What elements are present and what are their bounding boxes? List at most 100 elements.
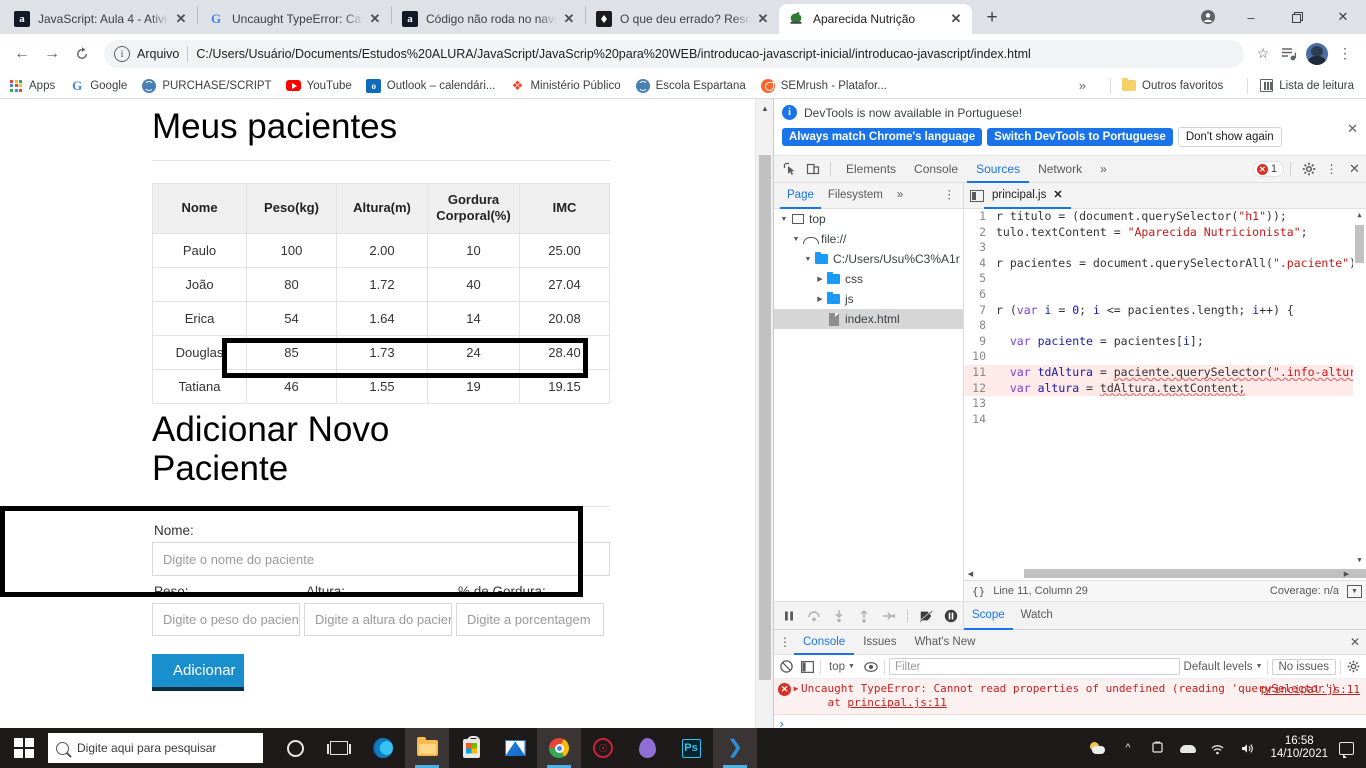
code-editor[interactable]: 1 r titulo = (document.querySelector("h1… [964, 209, 1366, 567]
mail-icon[interactable] [493, 728, 537, 768]
cloud-icon[interactable] [1180, 743, 1197, 753]
address-bar[interactable]: i Arquivo C:/Users/Usuário/Documents/Est… [104, 39, 1244, 68]
pause-on-exceptions-icon[interactable] [944, 609, 958, 623]
console-error-entry[interactable]: ✕ ▶ Uncaught TypeError: Cannot read prop… [774, 679, 1366, 715]
tree-item-index-html[interactable]: index.html [774, 309, 963, 329]
subtab-page[interactable]: Page [780, 183, 821, 209]
device-toolbar-icon[interactable] [801, 158, 824, 181]
tabs-overflow-icon[interactable]: » [1091, 156, 1116, 183]
bookmark-ministerio-publico[interactable]: ❖ Ministério Público [509, 78, 621, 94]
tree-item-file-scheme[interactable]: ▼ file:// [774, 229, 963, 249]
deactivate-breakpoints-icon[interactable] [919, 609, 933, 623]
tab-console[interactable]: Console [905, 156, 967, 183]
switch-devtools-language-button[interactable]: Switch DevTools to Portuguese [987, 128, 1173, 146]
microsoft-store-icon[interactable] [449, 728, 493, 768]
console-settings-gear-icon[interactable] [1345, 658, 1362, 675]
close-icon[interactable]: ✕ [948, 11, 964, 27]
filter-eye-icon[interactable] [863, 658, 880, 675]
chevron-right-icon[interactable]: ▶ [814, 275, 826, 283]
tab-elements[interactable]: Elements [837, 156, 905, 183]
tree-item-users-folder[interactable]: ▼ C:/Users/Usu%C3%A1r [774, 249, 963, 269]
height-input[interactable]: Digite a altura do paciente [304, 603, 452, 637]
pretty-print-icon[interactable]: {} [972, 585, 985, 598]
browser-tab-2[interactable]: a Código não roda no navegad ✕ [392, 4, 585, 34]
browser-tab-1[interactable]: G Uncaught TypeError: Cannot r ✕ [198, 4, 391, 34]
editor-vertical-scrollbar[interactable]: ▲ ▼ [1353, 209, 1366, 567]
scrollbar-thumb[interactable] [759, 155, 771, 680]
weight-input[interactable]: Digite o peso do paciente [152, 603, 300, 637]
reading-list-button[interactable]: Lista de leitura [1258, 78, 1354, 94]
devtools-menu-icon[interactable]: ⋮ [1320, 158, 1343, 181]
close-window-button[interactable]: ✕ [1320, 0, 1366, 34]
scroll-up-icon[interactable]: ▲ [1353, 209, 1366, 222]
tree-item-js[interactable]: ▶ js [774, 289, 963, 309]
subtabs-overflow-icon[interactable]: » [890, 183, 910, 209]
log-levels-dropdown[interactable]: Default levels ▼ [1184, 661, 1263, 673]
chevron-down-icon[interactable]: ▼ [778, 216, 790, 223]
back-button[interactable]: ← [8, 40, 36, 68]
error-stack-link[interactable]: principal.js:11 [847, 696, 946, 709]
scroll-down-icon[interactable]: ▼ [1353, 554, 1366, 567]
console-context-selector[interactable]: top ▼ [825, 661, 859, 673]
browser-tab-3[interactable]: O que deu errado? Resolvenc ✕ [586, 4, 779, 34]
show-hidden-icons-icon[interactable]: ^ [1120, 742, 1135, 754]
gear-icon[interactable] [1297, 158, 1320, 181]
editor-horizontal-scrollbar[interactable]: ◀ ▶ [964, 567, 1366, 580]
console-filter-input[interactable]: Filter [888, 658, 1180, 675]
cortana-icon[interactable] [273, 728, 317, 768]
step-icon[interactable] [882, 609, 896, 623]
pause-icon[interactable] [782, 609, 796, 623]
error-count-badge[interactable]: ✕ 1 [1252, 161, 1284, 177]
close-drawer-icon[interactable]: ✕ [1344, 635, 1366, 649]
bookmark-star-icon[interactable]: ☆ [1250, 41, 1276, 67]
fat-input[interactable]: Digite a porcentagem [456, 603, 604, 637]
minimize-button[interactable]: – [1228, 0, 1274, 34]
step-over-icon[interactable] [807, 609, 821, 623]
chrome-menu-icon[interactable]: ⋮ [1332, 41, 1358, 67]
taskbar-clock[interactable]: 16:58 14/10/2021 [1270, 735, 1328, 761]
tree-item-top[interactable]: ▼ top [774, 209, 963, 229]
scrollbar-thumb[interactable] [1024, 569, 1366, 578]
always-match-language-button[interactable]: Always match Chrome's language [782, 128, 983, 146]
user-badge-icon[interactable] [1188, 0, 1228, 34]
close-icon[interactable]: ✕ [755, 11, 771, 27]
format-dropdown-icon[interactable]: ▼ [1347, 584, 1362, 598]
taskbar-search-input[interactable]: Digite aqui para pesquisar [48, 733, 263, 763]
close-devtools-icon[interactable]: ✕ [1343, 158, 1366, 181]
drawer-tab-whats-new[interactable]: What's New [905, 630, 984, 655]
drawer-tab-console[interactable]: Console [794, 630, 855, 655]
scroll-right-icon[interactable]: ▶ [1340, 570, 1353, 578]
pane-watch[interactable]: Watch [1013, 602, 1061, 630]
photoshop-icon[interactable]: Ps [669, 728, 713, 768]
wifi-icon[interactable] [1210, 742, 1225, 755]
page-scrollbar[interactable]: ▲ ▼ [755, 99, 773, 759]
close-icon[interactable]: ✕ [561, 11, 577, 27]
vscode-icon[interactable]: ❯ [713, 728, 757, 768]
start-button[interactable] [0, 728, 48, 768]
avatar[interactable] [1306, 42, 1328, 65]
no-issues-button[interactable]: No issues [1271, 658, 1336, 675]
browser-tab-0[interactable]: a JavaScript: Aula 4 - Atividade ✕ [4, 4, 197, 34]
bookmark-escola-espartana[interactable]: Escola Espartana [635, 78, 746, 94]
scrollbar-thumb[interactable] [1355, 225, 1364, 263]
subtab-filesystem[interactable]: Filesystem [821, 183, 890, 209]
bookmarks-overflow-button[interactable]: » [1079, 78, 1086, 93]
tab-network[interactable]: Network [1029, 156, 1091, 183]
close-icon[interactable]: ✕ [1347, 121, 1358, 137]
volume-icon[interactable] [1240, 742, 1255, 755]
step-into-icon[interactable] [832, 609, 846, 623]
clear-console-icon[interactable] [778, 658, 795, 675]
chevron-down-icon[interactable]: ▼ [802, 256, 814, 263]
close-icon[interactable]: ✕ [1053, 183, 1062, 208]
sidebar-toggle-icon[interactable] [799, 658, 816, 675]
bookmark-google[interactable]: G Google [69, 78, 127, 94]
tree-item-css[interactable]: ▶ css [774, 269, 963, 289]
dont-show-again-button[interactable]: Don't show again [1177, 127, 1282, 147]
browser-tab-4-active[interactable]: Aparecida Nutrição ✕ [779, 4, 972, 34]
tab-sources[interactable]: Sources [967, 156, 1030, 183]
bookmark-outlook[interactable]: o Outlook – calendári... [366, 78, 495, 94]
error-source-link[interactable]: principal.js:11 [1261, 683, 1360, 696]
close-icon[interactable]: ✕ [173, 11, 189, 27]
scroll-up-icon[interactable]: ▲ [756, 99, 774, 117]
editor-tab-principal-js[interactable]: principal.js ✕ [984, 183, 1071, 209]
